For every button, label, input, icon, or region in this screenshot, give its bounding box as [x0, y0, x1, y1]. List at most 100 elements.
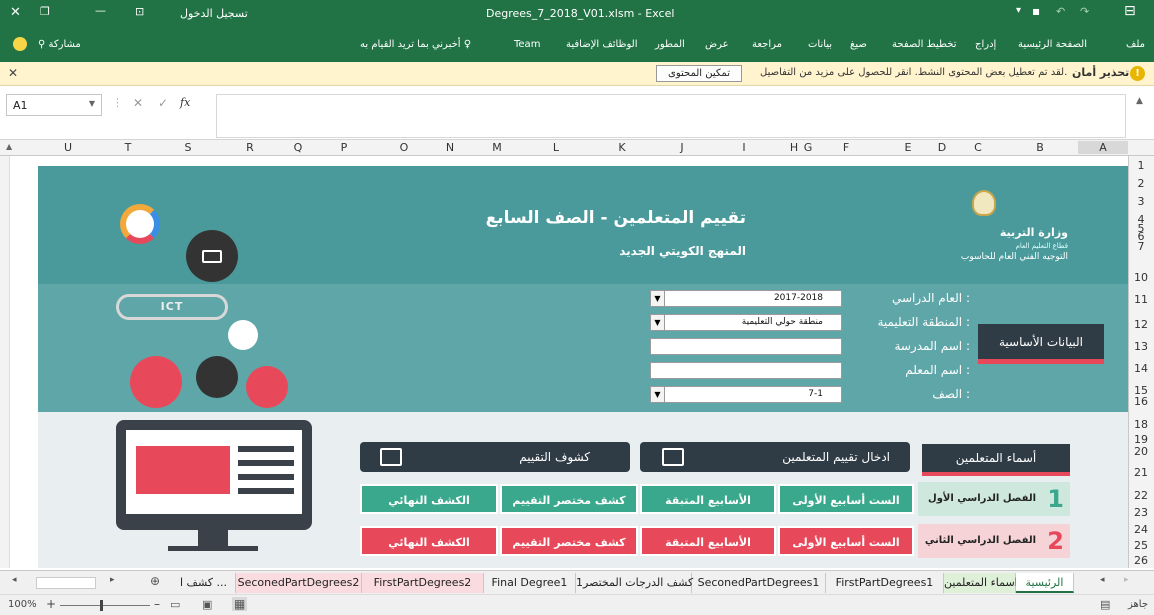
zoom-out-icon[interactable]: –	[154, 597, 160, 611]
undo-icon[interactable]: ↶	[1056, 5, 1065, 18]
col-header[interactable]: N	[440, 141, 460, 154]
enter-icon[interactable]: ✓	[158, 96, 168, 110]
col-header[interactable]: P	[334, 141, 354, 154]
col-header[interactable]: D	[932, 141, 952, 154]
col-header[interactable]: G	[798, 141, 818, 154]
row-header[interactable]: 18	[1128, 418, 1154, 431]
tab-view[interactable]: عرض	[705, 39, 729, 50]
col-header[interactable]: F	[836, 141, 856, 154]
scroll-left-icon[interactable]: ◂	[12, 575, 17, 585]
chevron-down-icon[interactable]: ▼	[89, 99, 95, 108]
col-header[interactable]: C	[968, 141, 988, 154]
tell-me-search[interactable]: أخبرني بما تريد القيام به ♀	[360, 39, 471, 50]
row-header[interactable]: 3	[1128, 195, 1154, 208]
zoom-slider[interactable]	[60, 605, 150, 606]
row-header[interactable]: 23	[1128, 506, 1154, 519]
macro-record-icon[interactable]: ▤	[1100, 598, 1110, 611]
col-header[interactable]: K	[612, 141, 632, 154]
zoom-slider-thumb[interactable]	[100, 600, 103, 611]
zoom-level[interactable]: 100%	[8, 599, 37, 610]
tab-review[interactable]: مراجعة	[752, 39, 782, 50]
term1-summary-button[interactable]: كشف مختصر التقييم	[500, 484, 638, 514]
row-header[interactable]: 13	[1128, 340, 1154, 353]
class-dropdown[interactable]: ▼ 7-1	[650, 386, 842, 403]
zoom-in-icon[interactable]: +	[46, 597, 56, 611]
row-header[interactable]: 12	[1128, 318, 1154, 331]
tab-page-layout[interactable]: تخطيط الصفحة	[892, 39, 957, 50]
tab-scroll-right-icon[interactable]: ▸	[1124, 575, 1129, 585]
redo-icon[interactable]: ↷	[1080, 5, 1089, 18]
tab-addins[interactable]: الوظائف الإضافية	[566, 39, 638, 50]
col-header[interactable]: J	[672, 141, 692, 154]
col-header[interactable]: S	[178, 141, 198, 154]
sheet-tab[interactable]: SeconedPartDegrees1	[692, 573, 826, 593]
row-header[interactable]: 2	[1128, 177, 1154, 190]
col-header[interactable]: L	[546, 141, 566, 154]
row-header[interactable]: 11	[1128, 293, 1154, 306]
col-header[interactable]: Q	[288, 141, 308, 154]
names-button[interactable]: أسماء المتعلمين	[922, 444, 1070, 476]
term2-remaining-weeks-button[interactable]: الأسابيع المتبقة	[640, 526, 776, 556]
sheet-tab[interactable]: كشف الدرجات المختصر1	[576, 573, 693, 593]
term1-final-button[interactable]: الكشف النهائي	[360, 484, 498, 514]
year-dropdown[interactable]: ▼ 2017-2018	[650, 290, 842, 307]
row-header[interactable]: 22	[1128, 489, 1154, 502]
chevron-down-icon[interactable]: ▼	[651, 387, 665, 402]
col-header[interactable]: R	[240, 141, 260, 154]
sheet-tab[interactable]: FirstPartDegrees2	[362, 573, 484, 593]
col-header[interactable]: M	[487, 141, 507, 154]
scroll-right-icon[interactable]: ▸	[110, 575, 115, 585]
restore-icon[interactable]: ❐	[40, 5, 50, 18]
row-header[interactable]: 14	[1128, 362, 1154, 375]
tab-team[interactable]: Team	[514, 39, 540, 50]
cancel-icon[interactable]: ✕	[133, 96, 143, 110]
chevron-down-icon[interactable]: ▼	[651, 315, 665, 330]
tab-developer[interactable]: المطور	[655, 39, 685, 50]
school-input[interactable]	[650, 338, 842, 355]
formula-input[interactable]	[216, 94, 1126, 138]
qat-customize-icon[interactable]: ▾	[1016, 5, 1021, 16]
reports-button[interactable]: كشوف التقييم	[360, 442, 630, 472]
horizontal-scrollbar[interactable]	[36, 577, 96, 589]
tab-insert[interactable]: إدراج	[975, 39, 996, 50]
col-header[interactable]: I	[734, 141, 754, 154]
sheet-tab[interactable]: Final Degree1	[484, 573, 576, 593]
row-header[interactable]: 20	[1128, 445, 1154, 458]
term2-summary-button[interactable]: كشف مختصر التقييم	[500, 526, 638, 556]
sheet-tab[interactable]: SeconedPartDegrees2	[236, 573, 362, 593]
col-header[interactable]: T	[118, 141, 138, 154]
save-icon[interactable]: ▪	[1032, 4, 1040, 18]
sheet-tab[interactable]: FirstPartDegrees1	[826, 573, 944, 593]
sheet-tab[interactable]: اسماء المتعلمين	[944, 573, 1018, 593]
row-header[interactable]: 24	[1128, 523, 1154, 536]
tab-data[interactable]: بيانات	[808, 39, 832, 50]
col-header-selected[interactable]: A	[1078, 141, 1128, 154]
add-sheet-icon[interactable]: ⊕	[150, 574, 160, 588]
row-header[interactable]: 26	[1128, 554, 1154, 567]
term1-first-weeks-button[interactable]: الست أسابيع الأولى	[778, 484, 914, 514]
col-header[interactable]: O	[394, 141, 414, 154]
term2-first-weeks-button[interactable]: الست أسابيع الأولى	[778, 526, 914, 556]
enable-content-button[interactable]: تمكين المحتوى	[656, 65, 742, 82]
term2-final-button[interactable]: الكشف النهائي	[360, 526, 498, 556]
function-icon[interactable]: fx	[180, 96, 190, 109]
page-break-view-icon[interactable]: ▭	[170, 598, 180, 611]
sheet-tab-active[interactable]: الرئيسية	[1016, 573, 1074, 593]
tab-formulas[interactable]: صيغ	[850, 39, 867, 50]
col-header[interactable]: U	[58, 141, 78, 154]
scroll-up-icon[interactable]: ▲	[6, 142, 12, 151]
col-header[interactable]: B	[1030, 141, 1050, 154]
worksheet[interactable]: 1 2 3 4 5 6 7 10 11 12 13 14 15 16 18 19…	[0, 156, 1154, 568]
share-button[interactable]: ⚲ مشاركة	[38, 39, 81, 50]
vertical-scrollbar[interactable]	[0, 156, 10, 568]
expand-icon[interactable]: ▲	[1136, 96, 1143, 106]
name-box[interactable]: A1 ▼	[6, 94, 102, 116]
row-header[interactable]: 1	[1128, 159, 1154, 172]
sheet-tab[interactable]: كشف ا ...	[172, 573, 236, 593]
smiley-icon[interactable]	[13, 37, 27, 51]
tab-file[interactable]: ملف	[1126, 39, 1145, 50]
col-header[interactable]: E	[898, 141, 918, 154]
signin-link[interactable]: تسجيل الدخول	[180, 7, 248, 20]
page-layout-view-icon[interactable]: ▣	[202, 598, 212, 611]
chevron-down-icon[interactable]: ▼	[651, 291, 665, 306]
